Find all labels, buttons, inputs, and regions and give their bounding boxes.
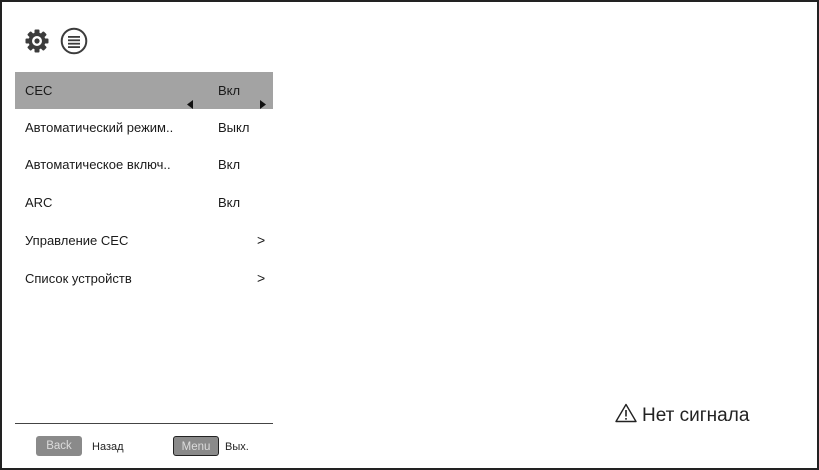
back-hint-label: Назад [92,441,124,453]
menu-item-label: Автоматическое включ.. [25,157,171,172]
exit-hint-label: Вых. [225,441,249,453]
list-circle-icon[interactable] [60,27,88,55]
back-button[interactable]: Back [36,436,82,456]
settings-menu: CEC Вкл Автоматический режим.. Выкл Авто… [15,22,273,468]
menu-item-label: Список устройств [25,271,132,286]
menu-item-label: ARC [25,195,53,210]
menu-icon-bar [24,27,88,55]
gear-icon[interactable] [24,28,50,54]
menu-item-value: Вкл [218,195,241,210]
menu-button[interactable]: Menu [173,436,219,456]
footer-divider [15,423,273,424]
menu-item-label: Управление CEC [25,233,129,248]
menu-item-auto-power-on[interactable]: Автоматическое включ.. Вкл [15,146,273,183]
warning-icon [615,403,637,429]
chevron-right-icon: > [257,232,266,248]
no-signal-text: Нет сигнала [642,405,750,426]
menu-item-cec-control[interactable]: Управление CEC > [15,222,273,259]
menu-item-cec[interactable]: CEC Вкл [15,72,273,109]
menu-item-auto-mode[interactable]: Автоматический режим.. Выкл [15,109,273,146]
menu-item-value: Вкл [218,83,241,98]
menu-item-device-list[interactable]: Список устройств > [15,260,273,297]
menu-item-label: Автоматический режим.. [25,120,174,135]
menu-item-arc[interactable]: ARC Вкл [15,184,273,221]
menu-footer: Back Назад Menu Вых. [15,436,273,466]
chevron-right-icon: > [257,270,266,286]
no-signal-status: Нет сигнала [615,402,749,430]
menu-item-value: Вкл [218,157,241,172]
tv-screen: CEC Вкл Автоматический режим.. Выкл Авто… [0,0,819,470]
menu-item-label: CEC [25,83,53,98]
menu-item-value: Выкл [218,120,250,135]
